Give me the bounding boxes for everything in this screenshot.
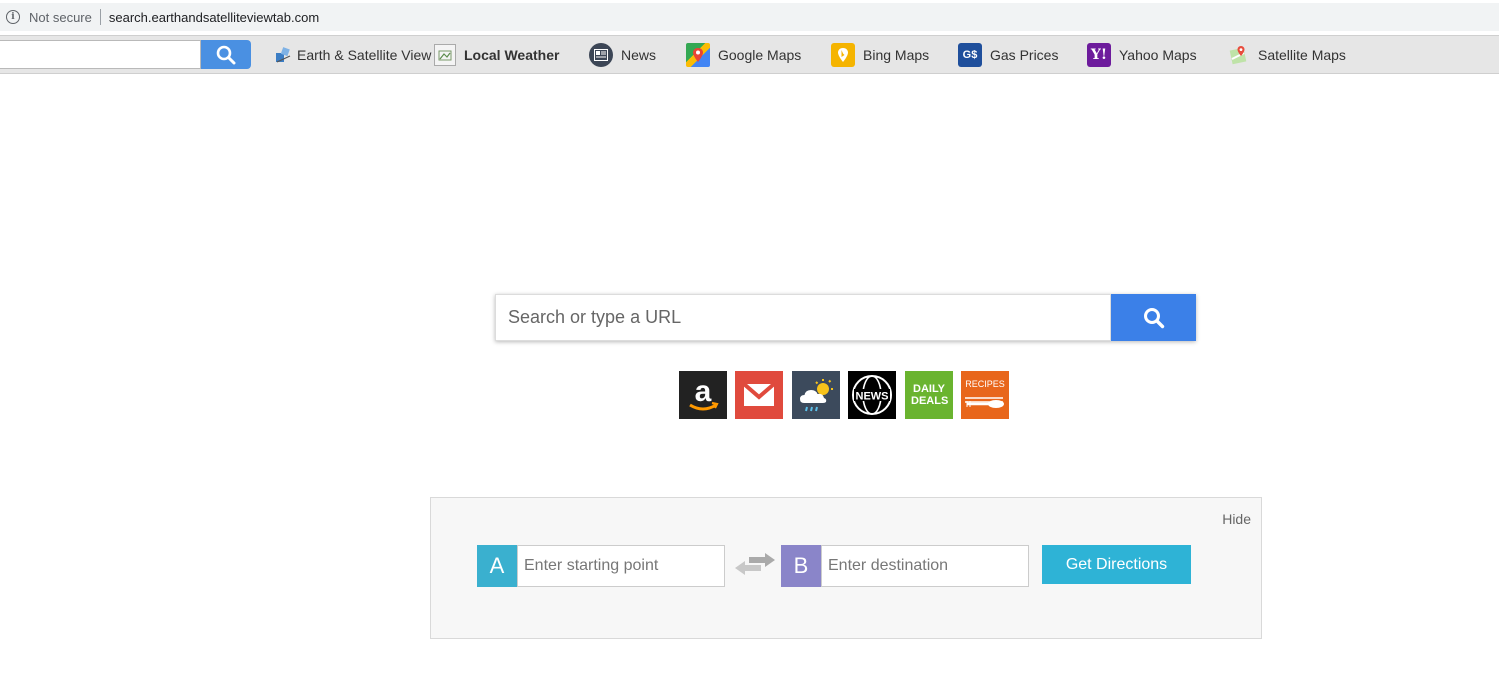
gmail-shortcut[interactable]	[735, 371, 783, 419]
weather-icon	[800, 379, 833, 412]
start-marker: A	[477, 545, 517, 587]
get-directions-button[interactable]: Get Directions	[1042, 545, 1191, 584]
link-satellite-maps[interactable]: Satellite Maps	[1228, 36, 1346, 73]
link-label: Yahoo Maps	[1119, 46, 1197, 63]
toolbar-search-input[interactable]	[0, 40, 201, 69]
toolbar-search-button[interactable]	[201, 40, 251, 69]
address-bar: i Not secure search.earthandsatellitevie…	[0, 0, 1499, 34]
weather-shortcut[interactable]	[792, 371, 840, 419]
url-text[interactable]: search.earthandsatelliteviewtab.com	[109, 10, 319, 25]
gas-prices-icon: G$	[958, 42, 982, 67]
search-icon	[216, 45, 236, 64]
link-gas-prices[interactable]: G$ Gas Prices	[958, 36, 1058, 73]
earth-satellite-icon	[274, 43, 292, 67]
daily-deals-label: DAILY DEALS	[911, 383, 949, 407]
main-search-box	[495, 294, 1196, 341]
search-icon	[1143, 307, 1164, 328]
link-google-maps[interactable]: Google Maps	[686, 36, 801, 73]
gmail-icon	[742, 382, 776, 406]
directions-panel: Hide A B Get Directions	[430, 497, 1262, 639]
svg-text:NEWS: NEWS	[856, 391, 889, 403]
amazon-shortcut[interactable]: a	[679, 371, 727, 419]
recipes-icon	[965, 397, 1004, 408]
recipes-shortcut[interactable]: RECIPES	[961, 371, 1009, 419]
svg-text:a: a	[695, 375, 712, 408]
link-earth-satellite-view[interactable]: Earth & Satellite View	[274, 36, 431, 73]
swap-icon[interactable]	[735, 553, 775, 579]
link-bing-maps[interactable]: Bing Maps	[831, 36, 929, 73]
news-icon	[589, 42, 613, 67]
link-label: Local Weather	[464, 46, 560, 63]
recipes-label: RECIPES	[965, 379, 1005, 389]
destination-marker: B	[781, 545, 821, 587]
omnibox[interactable]: i Not secure search.earthandsatellitevie…	[0, 3, 1499, 31]
info-icon[interactable]: i	[6, 10, 20, 24]
globe-news-icon: NEWS	[852, 375, 892, 415]
satellite-maps-icon	[1228, 42, 1250, 67]
link-label: Google Maps	[718, 46, 802, 63]
link-label: Earth & Satellite View	[297, 46, 432, 63]
bing-maps-icon	[831, 42, 855, 67]
broken-image-icon	[434, 43, 456, 66]
daily-deals-shortcut[interactable]: DAILY DEALS	[905, 371, 953, 419]
link-label: News	[621, 46, 657, 63]
link-label: Satellite Maps	[1258, 46, 1346, 63]
extension-toolbar: Earth & Satellite View Local Weather New…	[0, 35, 1499, 74]
main-search-button[interactable]	[1111, 294, 1196, 341]
hide-link[interactable]: Hide	[1222, 511, 1251, 527]
destination-input[interactable]	[821, 545, 1029, 587]
start-point-input[interactable]	[517, 545, 725, 587]
news-shortcut[interactable]: NEWS	[848, 371, 896, 419]
main-search-input[interactable]	[495, 294, 1111, 341]
link-label: Bing Maps	[863, 46, 930, 63]
divider	[99, 9, 101, 25]
link-yahoo-maps[interactable]: Y! Yahoo Maps	[1087, 36, 1197, 73]
amazon-icon: a	[689, 375, 719, 411]
yahoo-icon: Y!	[1087, 42, 1111, 67]
link-label: Gas Prices	[990, 46, 1059, 63]
link-local-weather[interactable]: Local Weather	[434, 36, 559, 73]
security-label[interactable]: Not secure	[29, 10, 92, 25]
link-news[interactable]: News	[589, 36, 656, 73]
google-maps-icon	[686, 42, 710, 67]
